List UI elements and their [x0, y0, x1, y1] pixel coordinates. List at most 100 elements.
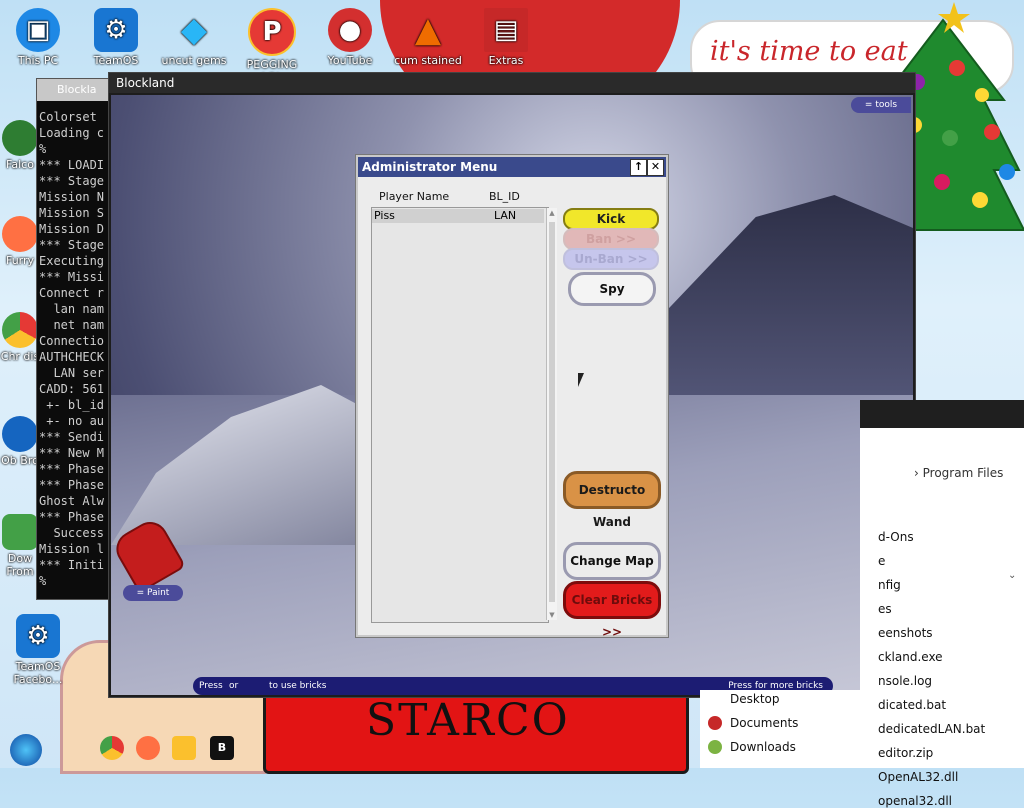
file-explorer-window[interactable]: › Program Files ⌄ d-Ons e nfig es eenshots ck… — [860, 400, 1024, 808]
file-name: nfig — [878, 578, 901, 592]
console-line: % — [39, 142, 47, 156]
player-list[interactable]: Piss LAN ▲ ▼ — [371, 207, 557, 623]
explorer-nav-pane[interactable]: Desktop Documents Downloads — [700, 690, 870, 768]
close-icon[interactable]: ✕ — [647, 159, 664, 176]
chrome-taskbar-icon[interactable] — [100, 736, 124, 760]
scroll-thumb[interactable] — [549, 222, 555, 602]
explorer-file-item[interactable]: d-Ons — [878, 530, 914, 544]
explorer-file-item[interactable]: ckland.exe — [878, 650, 943, 664]
hint-or: or — [229, 681, 239, 691]
explorer-file-item[interactable]: eenshots — [878, 626, 933, 640]
console-line: Connectio — [39, 334, 105, 348]
folder-doc-icon: ▤ — [484, 8, 528, 52]
file-name: eenshots — [878, 626, 933, 640]
console-line: Ghost Alw — [39, 494, 105, 508]
explorer-file-item[interactable]: dicated.bat — [878, 698, 946, 712]
scroll-down-icon[interactable]: ▼ — [547, 610, 557, 620]
column-header-player-name[interactable]: Player Name — [379, 190, 449, 203]
dark-mountain — [651, 195, 913, 415]
desktop-icon-label: YouTube — [327, 54, 373, 67]
admin-menu-dialog[interactable]: Administrator Menu ↑ ✕ Player Name BL_ID… — [356, 155, 668, 639]
desktop-icon-download[interactable]: Dow From — [0, 514, 40, 578]
file-name: es — [878, 602, 892, 616]
console-line: +- bl_id — [39, 398, 105, 412]
explorer-file-item[interactable]: es — [878, 602, 892, 616]
admin-title: Administrator Menu — [362, 160, 498, 174]
change-map-button[interactable]: Change Map >> — [563, 542, 661, 600]
monitor-icon: ▣ — [16, 8, 60, 52]
explorer-file-item[interactable]: dedicatedLAN.bat — [878, 722, 985, 736]
desktop-icon-teamos[interactable]: ⚙ TeamOS — [80, 8, 152, 67]
breadcrumb[interactable]: › Program Files — [914, 466, 1003, 480]
file-name: ckland.exe — [878, 650, 943, 664]
nav-label: Documents — [730, 716, 799, 730]
console-line: Mission D — [39, 222, 105, 236]
desktop-icon-extras[interactable]: ▤ Extras — [470, 8, 542, 67]
desktop-icon-cum-stained[interactable]: ▲ cum stained — [392, 8, 464, 67]
console-line: *** Phase — [39, 510, 105, 524]
gear-icon: ⚙ — [94, 8, 138, 52]
column-header-bl-id[interactable]: BL_ID — [489, 190, 520, 203]
desktop-icon-label: Falco — [6, 158, 34, 171]
desktop-icon-uncut-gems[interactable]: ◆ uncut gems — [158, 8, 230, 67]
desktop-icon-label: Chr dis — [0, 350, 40, 363]
console-line: *** Initi — [39, 558, 105, 572]
console-titlebar[interactable]: Blockla — [37, 79, 117, 101]
obama-icon — [2, 416, 38, 452]
nav-documents[interactable]: Documents — [730, 716, 798, 730]
gear-icon: ⚙ — [16, 614, 60, 658]
explorer-file-item[interactable]: OpenAL32.dll — [878, 770, 958, 784]
desktop-icon-this-pc[interactable]: ▣ This PC — [2, 8, 74, 67]
clear-bricks-button[interactable]: Clear Bricks >> — [563, 581, 661, 639]
console-output: Colorset Loading c% *** LOADI *** Stage Miss… — [37, 101, 117, 597]
desktop-icon-label: Furry — [5, 254, 35, 267]
explorer-file-item[interactable]: editor.zip — [878, 746, 933, 760]
unban-button[interactable]: Un-Ban >> — [563, 248, 659, 270]
desktop-icon-teamos-facebook[interactable]: ⚙ TeamOS Facebo... — [2, 614, 74, 686]
firefox-taskbar-icon[interactable] — [136, 736, 160, 760]
ban-button[interactable]: Ban >> — [563, 228, 659, 250]
desktop-icon-chrome[interactable]: Chr dis — [0, 312, 40, 363]
destructo-wand-button[interactable]: Destructo Wand — [563, 471, 661, 529]
blockland-titlebar[interactable]: Blockland — [109, 73, 915, 93]
kick-button[interactable]: Kick — [563, 208, 659, 230]
desktop-icon-youtube[interactable]: ● YouTube — [314, 8, 386, 67]
desktop-icon-falco[interactable]: Falco — [0, 120, 40, 171]
chevron-down-icon[interactable]: ⌄ — [1008, 570, 1016, 581]
blockland-title: Blockland — [116, 76, 175, 90]
start-button[interactable] — [10, 734, 42, 766]
nav-downloads[interactable]: Downloads — [730, 740, 796, 754]
move-up-icon[interactable]: ↑ — [630, 159, 647, 176]
desktop-icon-obama[interactable]: Ob Bro — [0, 416, 40, 467]
file-name: d-Ons — [878, 530, 914, 544]
falcon-icon — [2, 120, 38, 156]
console-line: LAN ser — [39, 366, 105, 380]
explorer-file-item[interactable]: e — [878, 554, 885, 568]
explorer-file-item[interactable]: openal32.dll — [878, 794, 952, 808]
nav-label: Desktop — [730, 692, 780, 706]
console-line: Mission l — [39, 542, 105, 556]
scroll-up-icon[interactable]: ▲ — [547, 208, 557, 218]
file-name: e — [878, 554, 886, 568]
desktop-icon-label: Dow From — [6, 552, 34, 578]
player-list-scrollbar[interactable]: ▲ ▼ — [546, 208, 557, 620]
blockland-taskbar-icon[interactable]: B — [210, 736, 234, 760]
admin-titlebar[interactable]: Administrator Menu ↑ ✕ — [358, 157, 666, 177]
desktop-icon-label: Ob Bro — [1, 454, 39, 467]
p-logo-icon: P — [248, 8, 296, 56]
mouse-cursor-icon — [578, 373, 590, 387]
player-row[interactable]: Piss LAN — [372, 209, 544, 223]
folder-taskbar-icon[interactable] — [172, 736, 196, 760]
desktop-icon-furry[interactable]: Furry — [0, 216, 40, 267]
console-line: *** Missi — [39, 270, 105, 284]
cone-icon: ▲ — [414, 10, 442, 50]
console-line: *** LOADI — [39, 158, 105, 172]
console-window[interactable]: Blockla Colorset Loading c% *** LOADI *** S… — [36, 78, 118, 600]
spy-button[interactable]: Spy — [568, 272, 656, 306]
explorer-toolbar — [860, 400, 1024, 428]
console-line: lan nam — [39, 302, 105, 316]
nav-desktop[interactable]: Desktop — [730, 692, 780, 706]
console-line: Mission S — [39, 206, 105, 220]
explorer-file-item[interactable]: nsole.log — [878, 674, 932, 688]
explorer-file-item[interactable]: nfig — [878, 578, 901, 592]
